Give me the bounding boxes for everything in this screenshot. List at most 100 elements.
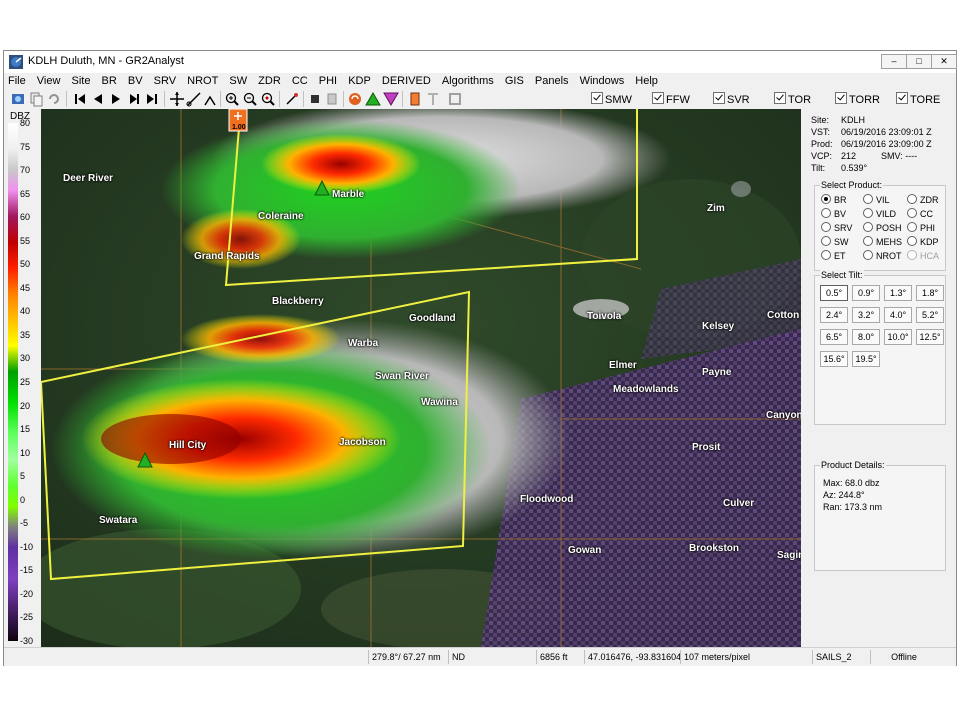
product-radio-vild[interactable]: VILD (863, 208, 896, 219)
frame-icon[interactable] (447, 91, 463, 107)
menu-cc[interactable]: CC (288, 73, 312, 89)
last-frame-icon[interactable] (144, 91, 160, 107)
tvs-down-icon[interactable] (383, 91, 399, 107)
detail-ran: Ran: 173.3 nm (823, 502, 883, 512)
step-back-icon[interactable] (90, 91, 106, 107)
radio-circle-icon (907, 236, 917, 246)
menu-kdp[interactable]: KDP (344, 73, 375, 89)
product-radio-bv[interactable]: BV (821, 208, 846, 219)
menu-zdr[interactable]: ZDR (254, 73, 285, 89)
cross-section-icon[interactable] (202, 91, 218, 107)
menu-phi[interactable]: PHI (315, 73, 341, 89)
copy-icon[interactable] (28, 91, 44, 107)
measure-icon[interactable] (186, 91, 202, 107)
menu-sw[interactable]: SW (225, 73, 251, 89)
menu-help[interactable]: Help (631, 73, 662, 89)
product-radio-kdp[interactable]: KDP (907, 236, 939, 247)
scale-label: 15 (20, 424, 31, 435)
radio-circle-icon (863, 194, 873, 204)
maximize-button[interactable]: □ (906, 54, 932, 69)
menu-bv[interactable]: BV (124, 73, 147, 89)
warning-icon[interactable] (407, 91, 423, 107)
volume-icon[interactable] (307, 91, 323, 107)
product-radio-et[interactable]: ET (821, 250, 846, 261)
info-vst-label: VST: (811, 127, 831, 137)
tilt-button[interactable]: 12.5° (916, 329, 944, 345)
product-radio-mehs[interactable]: MEHS (863, 236, 902, 247)
filter-tor-checkbox[interactable]: TOR (774, 92, 811, 107)
play-icon[interactable] (108, 91, 124, 107)
toolbar-separator (279, 91, 280, 107)
product-radio-srv[interactable]: SRV (821, 222, 852, 233)
scale-label: 55 (20, 235, 31, 246)
product-radio-cc[interactable]: CC (907, 208, 933, 219)
tilt-button[interactable]: 3.2° (852, 307, 880, 323)
radar-map[interactable]: 1.00 Deer River Marble Coleraine Zim Grand R… (41, 109, 801, 647)
menu-view[interactable]: View (33, 73, 65, 89)
product-radio-phi[interactable]: PHI (907, 222, 935, 233)
first-frame-icon[interactable] (72, 91, 88, 107)
product-radio-zdr[interactable]: ZDR (907, 194, 939, 205)
zoom-out-icon[interactable] (242, 91, 258, 107)
menu-derived[interactable]: DERIVED (378, 73, 435, 89)
product-radio-vil[interactable]: VIL (863, 194, 890, 205)
product-radio-br[interactable]: BR (821, 194, 847, 205)
close-button[interactable]: ✕ (931, 54, 957, 69)
radio-circle-icon (907, 194, 917, 204)
filter-tore-checkbox[interactable]: TORE (896, 92, 940, 107)
tilt-button[interactable]: 1.8° (916, 285, 944, 301)
product-radio-nrot[interactable]: NROT (863, 250, 902, 261)
tilt-button[interactable]: 5.2° (916, 307, 944, 323)
city-label: Goodland (409, 313, 456, 324)
tilt-button[interactable]: 6.5° (820, 329, 848, 345)
tilt-button[interactable]: 19.5° (852, 351, 880, 367)
tilt-button[interactable]: 1.3° (884, 285, 912, 301)
menu-windows[interactable]: Windows (576, 73, 629, 89)
menu-file[interactable]: File (4, 73, 30, 89)
storm-tracking-icon[interactable] (347, 91, 363, 107)
product-radio-label: ZDR (920, 195, 939, 205)
menu-panels[interactable]: Panels (531, 73, 573, 89)
tilt-button[interactable]: 10.0° (884, 329, 912, 345)
menu-nrot[interactable]: NROT (183, 73, 222, 89)
tilt-button[interactable]: 2.4° (820, 307, 848, 323)
site-select-icon[interactable] (10, 91, 26, 107)
city-label: Sagin (777, 550, 801, 561)
scale-label: 75 (20, 141, 31, 152)
scale-label: 40 (20, 306, 31, 317)
tilt-button[interactable]: 4.0° (884, 307, 912, 323)
refresh-icon[interactable] (46, 91, 62, 107)
product-radio-posh[interactable]: POSH (863, 222, 902, 233)
radio-circle-icon (821, 194, 831, 204)
menu-srv[interactable]: SRV (150, 73, 180, 89)
menu-algorithms[interactable]: Algorithms (438, 73, 498, 89)
menu-gis[interactable]: GIS (501, 73, 528, 89)
tilt-button[interactable]: 8.0° (852, 329, 880, 345)
tilt-button[interactable]: 0.5° (820, 285, 848, 301)
info-smv-value: ---- (905, 151, 918, 161)
filter-torr-checkbox[interactable]: TORR (835, 92, 880, 107)
scale-label: 70 (20, 165, 31, 176)
text-icon[interactable] (425, 91, 441, 107)
tilt-button[interactable]: 15.6° (820, 351, 848, 367)
pan-icon[interactable] (169, 91, 185, 107)
scale-label: 5 (20, 471, 26, 482)
step-forward-icon[interactable] (126, 91, 142, 107)
app-icon (9, 55, 23, 69)
meso-up-icon[interactable] (365, 91, 381, 107)
filter-ffw-checkbox[interactable]: FFW (652, 92, 690, 107)
menu-site[interactable]: Site (68, 73, 95, 89)
window-title: KDLH Duluth, MN - GR2Analyst (28, 55, 184, 67)
probe-icon[interactable] (284, 91, 300, 107)
minimize-button[interactable]: – (881, 54, 907, 69)
scale-label: 60 (20, 212, 31, 223)
menu-br[interactable]: BR (98, 73, 121, 89)
zoom-in-icon[interactable] (224, 91, 240, 107)
palette-icon[interactable] (324, 91, 340, 107)
info-vst-value: 06/19/2016 23:09:01 Z (841, 127, 932, 137)
product-radio-sw[interactable]: SW (821, 236, 849, 247)
tilt-button[interactable]: 0.9° (852, 285, 880, 301)
filter-smw-checkbox[interactable]: SMW (591, 92, 632, 107)
zoom-reset-icon[interactable] (260, 91, 276, 107)
filter-svr-checkbox[interactable]: SVR (713, 92, 750, 107)
